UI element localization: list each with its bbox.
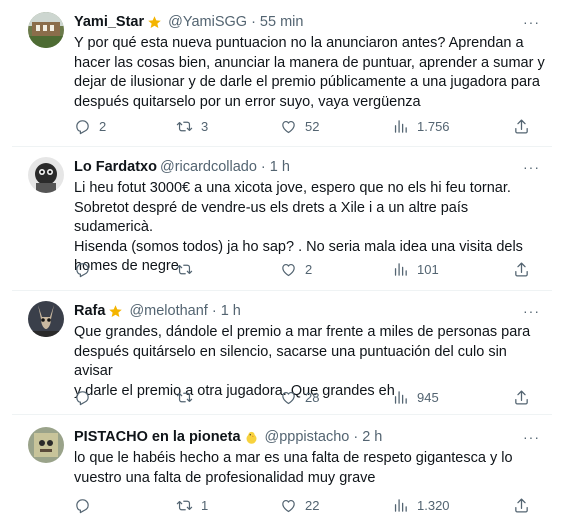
reply-icon [76,119,89,134]
separator-dot: · [353,429,359,445]
like-button[interactable]: 28 [280,389,319,406]
separator-dot: · [251,14,256,30]
like-count: 22 [305,497,320,513]
reply-button[interactable]: 2 [74,118,106,135]
view-count: 1.320 [417,497,450,513]
reply-button[interactable] [74,389,99,406]
like-button[interactable]: 52 [280,118,319,135]
more-icon[interactable]: ··· [523,429,540,445]
tweet-text: Y por qué esta nueva puntuacion no la an… [74,35,545,110]
share-icon [515,389,528,405]
like-button[interactable]: 2 [280,261,312,278]
views-button[interactable]: 101 [392,261,439,278]
more-icon[interactable]: ··· [523,159,540,175]
tweet[interactable]: PISTACHO en la pioneta @pppistacho · 2 h… [12,415,552,531]
user-handle[interactable]: @melothanf [129,303,207,319]
retweet-icon [176,392,193,402]
views-icon [394,390,407,404]
avatar[interactable] [28,12,64,48]
view-count: 1.756 [417,118,450,134]
view-count: 101 [417,261,439,277]
share-icon [515,261,528,277]
heart-icon [282,120,295,133]
share-button[interactable] [513,389,530,406]
separator-dot: · [260,159,266,175]
retweet-icon [176,121,193,131]
tweet-actions: 2 101 [74,259,530,279]
display-name[interactable]: Lo Fardatxo [74,159,157,175]
views-button[interactable]: 1.320 [392,497,450,514]
views-button[interactable]: 945 [392,389,439,406]
star-badge-icon [147,15,162,30]
replies-feed: Yami_Star @YamiSGG · 55 min ··· Y por qu… [0,0,566,531]
retweet-count: 3 [201,118,209,134]
avatar[interactable] [28,301,64,337]
tweet[interactable]: Yami_Star @YamiSGG · 55 min ··· Y por qu… [12,0,552,147]
views-icon [394,262,407,276]
reply-button[interactable] [74,497,99,514]
tweet[interactable]: Rafa @melothanf · 1 h ··· Que grandes, d… [12,291,552,415]
timestamp[interactable]: 1 h [270,159,290,175]
like-count: 52 [305,118,320,134]
display-name[interactable]: PISTACHO en la pioneta [74,429,241,445]
reply-count: 2 [99,118,107,134]
display-name[interactable]: Yami_Star [74,14,144,30]
heart-icon [282,263,295,276]
views-icon [394,119,407,133]
user-handle[interactable]: @YamiSGG [168,14,247,30]
display-name[interactable]: Rafa [74,303,105,319]
user-handle[interactable]: @pppistacho [265,429,350,445]
more-icon[interactable]: ··· [523,14,540,30]
share-button[interactable] [513,261,530,278]
like-count: 28 [305,389,320,405]
view-count: 945 [417,389,439,405]
retweet-button[interactable]: 1 [176,497,208,514]
retweet-icon [176,500,193,510]
retweet-button[interactable] [176,389,201,406]
share-button[interactable] [513,118,530,135]
views-icon [394,498,407,512]
separator-dot: · [211,303,217,319]
tweet-actions: 2 3 52 1.756 [74,116,530,136]
share-icon [515,497,528,513]
user-handle[interactable]: @ricardcollado [160,159,257,175]
retweet-count: 1 [201,497,209,513]
heart-icon [282,499,295,512]
timestamp[interactable]: 2 h [362,429,382,445]
like-count: 2 [305,261,313,277]
share-button[interactable] [513,497,530,514]
avatar[interactable] [28,427,64,463]
views-button[interactable]: 1.756 [392,118,450,135]
tweet-actions: 1 22 1.320 [74,495,530,515]
retweet-icon [176,264,193,274]
reply-button[interactable] [74,261,99,278]
timestamp[interactable]: 1 h [221,303,241,319]
tweet[interactable]: Lo Fardatxo @ricardcollado · 1 h ··· Li … [12,147,552,291]
retweet-button[interactable]: 3 [176,118,208,135]
timestamp[interactable]: 55 min [260,14,304,30]
star-badge-icon [108,304,123,319]
retweet-button[interactable] [176,261,201,278]
tweet-text: lo que le habéis hecho a mar es una falt… [74,450,513,486]
more-icon[interactable]: ··· [523,303,540,319]
like-button[interactable]: 22 [280,497,319,514]
reply-icon [76,262,89,277]
chick-emoji-icon [244,430,259,445]
avatar[interactable] [28,157,64,193]
tweet-actions: 28 945 [74,387,530,407]
heart-icon [282,391,295,404]
reply-icon [76,498,89,513]
share-icon [515,118,528,134]
reply-icon [76,390,89,405]
